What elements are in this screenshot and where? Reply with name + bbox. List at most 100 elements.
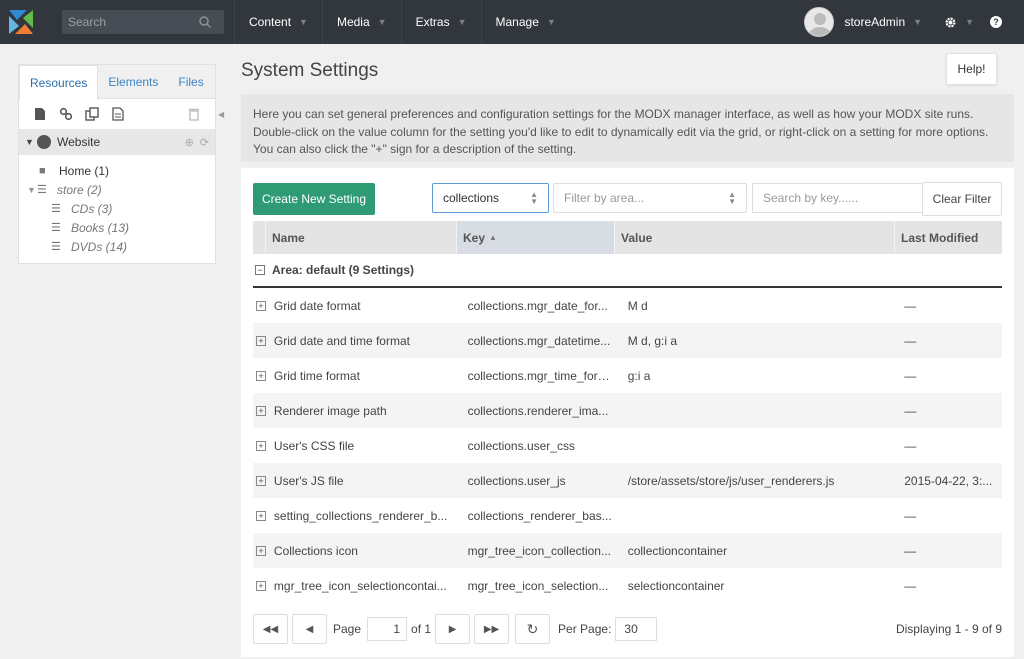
cell-value[interactable]: g:i a [622,369,899,383]
refresh-icon[interactable]: ⟳ [200,136,209,149]
prev-page-button[interactable]: ◀ [292,614,327,644]
help-icon[interactable]: ? [990,16,1002,28]
sort-asc-icon: ▲ [489,233,497,242]
column-label: Key [463,230,486,245]
help-button[interactable]: Help! [946,53,997,85]
weblink-icon[interactable] [59,107,73,121]
user-avatar-icon [809,13,832,36]
cell-value[interactable]: selectioncontainer [622,579,899,593]
expand-icon[interactable]: + [256,300,266,311]
caret-down-icon[interactable]: ▼ [25,137,35,147]
nav-manage[interactable]: Manage ▼ [480,0,570,44]
next-page-button[interactable]: ▶ [435,614,471,644]
column-value-header[interactable]: Value [615,221,895,254]
expand-icon[interactable]: + [256,405,266,416]
expand-icon[interactable]: + [256,545,266,556]
tree-item-books[interactable]: ☰ Books (13) [19,218,215,237]
expand-icon[interactable]: + [256,335,266,346]
column-key-header[interactable]: Key ▲ [457,221,615,254]
tree-item-store[interactable]: ▼ ☰ store (2) [19,180,215,199]
page-number-input[interactable]: 1 [367,617,408,641]
collection-icon: ☰ [37,184,47,196]
table-row[interactable]: + Grid date and time format collections.… [253,323,1002,358]
nav-content[interactable]: Content ▼ [234,0,322,44]
table-row[interactable]: + Collections icon mgr_tree_icon_collect… [253,533,1002,568]
tree-item-dvds[interactable]: ☰ DVDs (14) [19,237,215,256]
column-name-header[interactable]: Name [266,221,457,254]
table-row[interactable]: + Grid time format collections.mgr_time_… [253,358,1002,393]
chevron-down-icon: ▼ [546,17,556,27]
expand-icon[interactable]: + [256,580,266,591]
cell-value[interactable]: M d, g:i a [622,334,899,348]
table-row[interactable]: + setting_collections_renderer_b... coll… [253,498,1002,533]
tree-item-cds[interactable]: ☰ CDs (3) [19,199,215,218]
grid-header: Name Key ▲ Value Last Modified [253,221,1002,254]
cell-key: collections.mgr_time_format [467,368,618,383]
modx-logo-icon [9,10,33,34]
collapse-icon[interactable]: − [255,265,265,275]
table-row[interactable]: + User's JS file collections.user_js /st… [253,463,1002,498]
tab-elements[interactable]: Elements [98,65,168,99]
global-search[interactable] [62,10,224,34]
table-row[interactable]: + Renderer image path collections.render… [253,393,1002,428]
header-expander [253,221,266,254]
chevron-down-icon: ▼ [299,17,308,27]
tab-resources[interactable]: Resources [19,65,99,100]
search-key-field[interactable] [752,183,924,213]
cell-key: collections.user_js [467,473,566,488]
column-label: Name [272,230,305,245]
table-row[interactable]: + mgr_tree_icon_selectioncontai... mgr_t… [253,568,1002,603]
column-modified-header[interactable]: Last Modified [895,221,1002,254]
collection-icon: ☰ [51,241,61,253]
cell-modified: 2015-04-22, 3:... [904,473,993,488]
expand-icon[interactable]: + [256,475,266,486]
chevron-down-icon: ▼ [965,17,974,27]
clear-filter-button[interactable]: Clear Filter [922,182,1002,216]
symlink-icon[interactable] [85,107,99,121]
new-document-icon[interactable] [33,107,47,121]
cell-name: Grid time format [273,368,360,383]
table-row[interactable]: + Grid date format collections.mgr_date_… [253,288,1002,323]
nav-media[interactable]: Media ▼ [321,0,401,44]
add-circle-icon[interactable]: ⊕ [185,136,194,149]
group-label: Area: default (9 Settings) [272,263,415,277]
avatar[interactable] [804,7,835,37]
context-website[interactable]: ▼ Website ⊕ ⟳ [19,129,215,155]
search-icon[interactable] [198,15,212,29]
expand-icon[interactable]: + [256,510,266,521]
main-nav: Content ▼ Media ▼ Extras ▼ Manage ▼ [234,0,570,44]
tree-item-home[interactable]: ■ Home (1) [19,161,215,180]
namespace-select-value: collections [443,191,500,205]
per-page-input[interactable]: 30 [615,617,658,641]
settings-grid-body: + Grid date format collections.mgr_date_… [253,288,1002,603]
last-page-button[interactable]: ▶▶ [474,614,510,644]
cell-value[interactable]: collectioncontainer [622,544,899,558]
collapse-panel-icon[interactable]: ◀ [218,110,224,119]
refresh-button[interactable]: ↻ [515,614,551,644]
nav-extras[interactable]: Extras ▼ [400,0,481,44]
global-search-input[interactable] [68,15,198,29]
first-page-button[interactable]: ◀◀ [253,614,288,644]
cell-name: Grid date and time format [273,333,410,348]
static-resource-icon[interactable] [111,107,125,121]
tab-files[interactable]: Files [168,65,213,99]
cell-value[interactable]: M d [622,299,899,313]
caret-down-icon[interactable]: ▼ [27,185,37,195]
username[interactable]: storeAdmin [844,15,905,29]
cell-name: setting_collections_renderer_b... [273,508,448,523]
search-key-input[interactable] [763,191,913,205]
trash-icon[interactable] [187,107,201,121]
modx-logo[interactable] [0,0,42,44]
settings-menu[interactable]: ▼ [944,16,974,29]
cell-modified: — [904,368,917,383]
namespace-select[interactable]: collections ▲ ▼ [432,183,549,213]
expand-icon[interactable]: + [256,440,266,451]
chevron-down-icon[interactable]: ▼ [913,17,922,27]
area-filter-select[interactable]: Filter by area... ▲ ▼ [553,183,747,213]
select-arrows-icon: ▲ ▼ [728,190,736,206]
expand-icon[interactable]: + [256,370,266,381]
table-row[interactable]: + User's CSS file collections.user_css — [253,428,1002,463]
cell-value[interactable]: /store/assets/store/js/user_renderers.js [622,474,899,488]
group-header[interactable]: − Area: default (9 Settings) [253,254,1002,288]
create-setting-button[interactable]: Create New Setting [253,183,375,215]
